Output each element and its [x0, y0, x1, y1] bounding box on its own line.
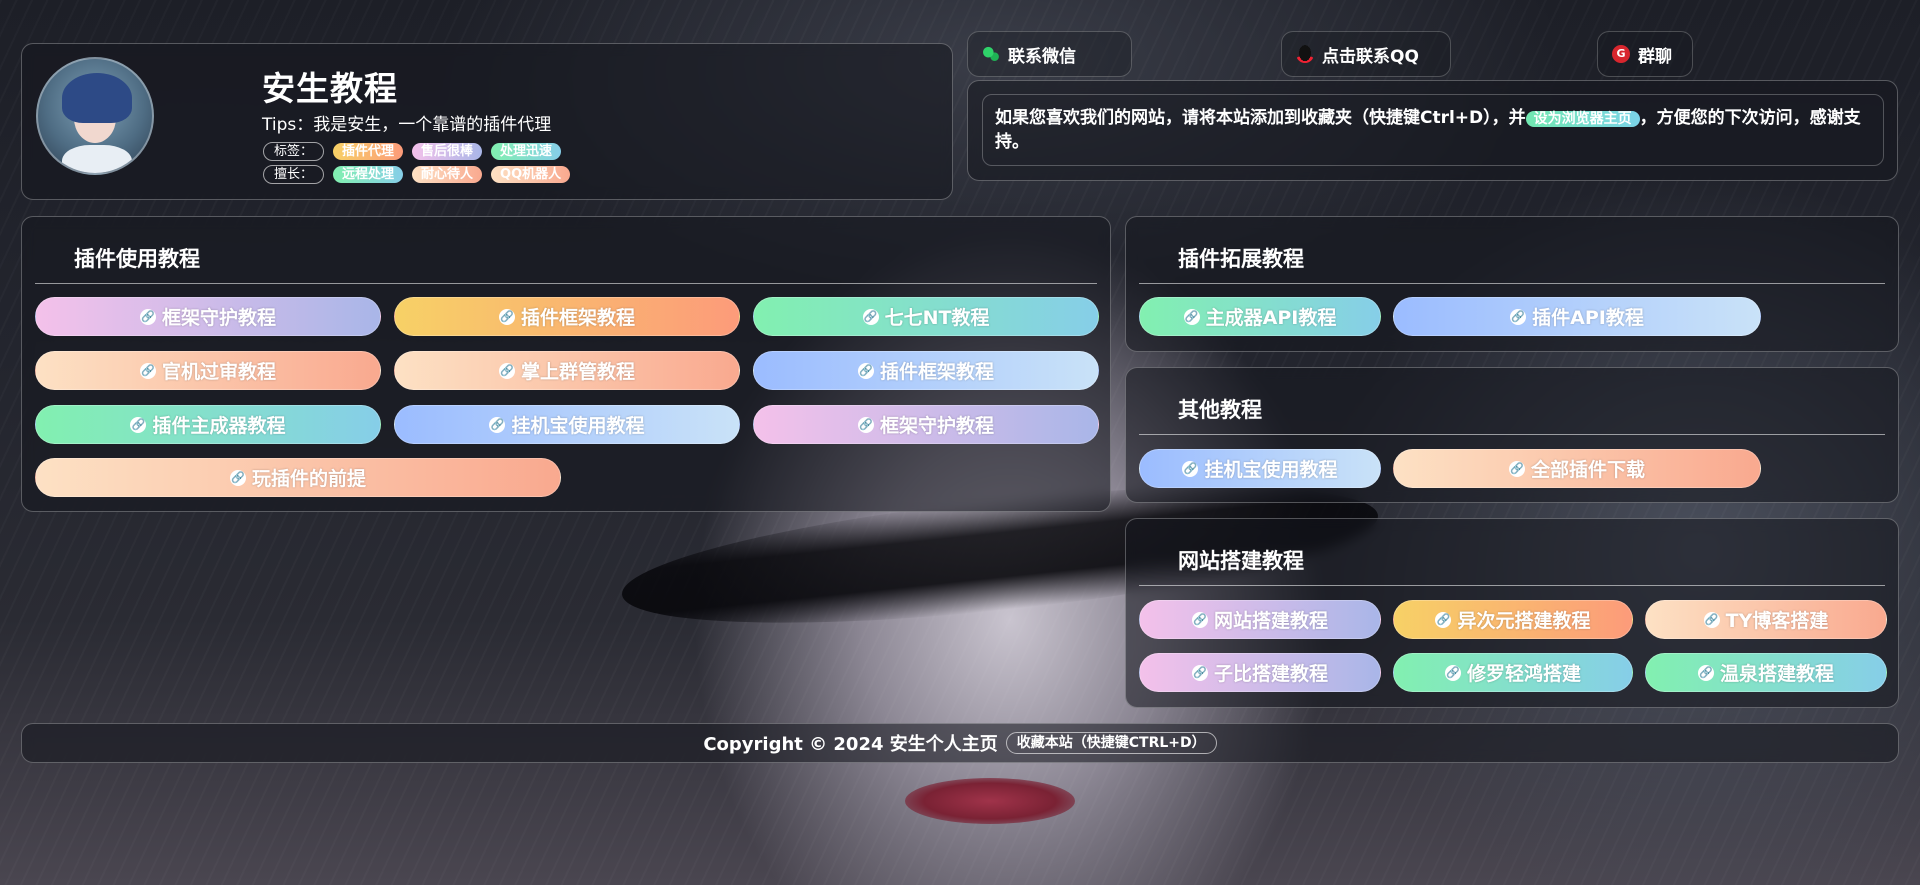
link-icon: 🔗 [489, 416, 506, 433]
section-other: 其他教程 🔗 挂机宝使用教程 🔗 全部插件下载 [1125, 367, 1899, 503]
profile-card: 安生教程 Tips：我是安生，一个靠谱的插件代理 标签： 插件代理 售后很棒 处… [21, 43, 953, 200]
section-title: 网站搭建教程 [1178, 549, 1304, 573]
tutorial-link[interactable]: 🔗 插件框架教程 [394, 297, 740, 336]
contact-wechat-button[interactable]: 联系微信 [967, 31, 1132, 77]
link-icon: 🔗 [498, 362, 515, 379]
page-title: 安生教程 [262, 69, 398, 108]
tutorial-link[interactable]: 🔗 挂机宝使用教程 [1139, 449, 1381, 488]
tutorial-link[interactable]: 🔗 掌上群管教程 [394, 351, 740, 390]
link-icon: 🔗 [130, 416, 147, 433]
tutorial-link[interactable]: 🔗 修罗轻鸿搭建 [1393, 653, 1633, 692]
link-icon: 🔗 [1435, 611, 1452, 628]
tag-label: 标签： [263, 142, 325, 161]
tag-badge: 插件代理 [333, 143, 404, 160]
link-icon: 🔗 [139, 362, 156, 379]
link-icon: 🔗 [1703, 611, 1720, 628]
section-site-build: 网站搭建教程 🔗 网站搭建教程 🔗 异次元搭建教程 🔗 TY博客搭建 🔗 子比搭建教程 … [1125, 518, 1899, 708]
tutorial-link[interactable]: 🔗 玩插件的前提 [35, 458, 561, 497]
tutorial-link[interactable]: 🔗 主成器API教程 [1139, 297, 1381, 336]
divider [1139, 434, 1885, 435]
skill-badge: QQ机器人 [491, 166, 571, 183]
tutorial-link[interactable]: 🔗 官机过审教程 [35, 351, 381, 390]
divider [1139, 283, 1885, 284]
skill-badge: 耐心待人 [412, 166, 483, 183]
tutorial-link[interactable]: 🔗 温泉搭建教程 [1645, 653, 1887, 692]
link-icon: 🔗 [139, 308, 156, 325]
section-title: 插件使用教程 [74, 247, 200, 271]
notice-text: 如果您喜欢我们的网站，请将本站添加到收藏夹（快捷键Ctrl+D），并 设为浏览器主… [982, 94, 1884, 166]
section-plugin-usage: 插件使用教程 🔗 框架守护教程 🔗 插件框架教程 🔗 七七NT教程 🔗 官机过审教程 🔗… [21, 216, 1111, 512]
skill-row: 擅长： 远程处理 耐心待人 QQ机器人 [263, 165, 571, 184]
tutorial-link[interactable]: 🔗 插件API教程 [1393, 297, 1761, 336]
tutorial-link[interactable]: 🔗 插件框架教程 [753, 351, 1099, 390]
link-icon: 🔗 [1191, 664, 1208, 681]
link-icon: 🔗 [1508, 460, 1525, 477]
set-homepage-link[interactable]: 设为浏览器主页 [1525, 111, 1640, 127]
tutorial-link[interactable]: 🔗 七七NT教程 [753, 297, 1099, 336]
tutorial-link[interactable]: 🔗 子比搭建教程 [1139, 653, 1381, 692]
contact-wechat-label: 联系微信 [1008, 46, 1076, 67]
profile-tips: Tips：我是安生，一个靠谱的插件代理 [262, 115, 552, 135]
link-icon: 🔗 [862, 308, 879, 325]
skill-badge: 远程处理 [333, 166, 404, 183]
skill-label: 擅长： [263, 165, 325, 184]
group-chat-icon: G [1612, 45, 1630, 63]
link-icon: 🔗 [857, 362, 874, 379]
qq-icon [1296, 45, 1314, 63]
link-icon: 🔗 [1182, 460, 1199, 477]
link-icon: 🔗 [1191, 611, 1208, 628]
link-icon: 🔗 [1183, 308, 1200, 325]
link-icon: 🔗 [1444, 664, 1461, 681]
avatar[interactable] [36, 57, 154, 175]
tutorial-link[interactable]: 🔗 异次元搭建教程 [1393, 600, 1633, 639]
divider [35, 283, 1097, 284]
notice-card: 如果您喜欢我们的网站，请将本站添加到收藏夹（快捷键Ctrl+D），并 设为浏览器主… [967, 80, 1898, 181]
contact-group-button[interactable]: G 群聊 [1597, 31, 1693, 77]
contact-qq-button[interactable]: 点击联系QQ [1281, 31, 1451, 77]
contact-qq-label: 点击联系QQ [1322, 46, 1419, 67]
tutorial-link[interactable]: 🔗 TY博客搭建 [1645, 600, 1887, 639]
section-title: 其他教程 [1178, 398, 1262, 422]
divider [1139, 585, 1885, 586]
link-icon: 🔗 [229, 469, 246, 486]
tutorial-link[interactable]: 🔗 插件主成器教程 [35, 405, 381, 444]
favorite-button[interactable]: 收藏本站（快捷键CTRL+D） [1005, 732, 1217, 754]
tutorial-link[interactable]: 🔗 挂机宝使用教程 [394, 405, 740, 444]
tutorial-link[interactable]: 🔗 全部插件下载 [1393, 449, 1761, 488]
tutorial-link[interactable]: 🔗 框架守护教程 [35, 297, 381, 336]
background-figure-lips [905, 778, 1075, 824]
footer: Copyright © 2024 安生个人主页 收藏本站（快捷键CTRL+D） [21, 723, 1899, 763]
link-icon: 🔗 [857, 416, 874, 433]
section-title: 插件拓展教程 [1178, 247, 1304, 271]
link-icon: 🔗 [1697, 664, 1714, 681]
tag-badge: 处理迅速 [491, 143, 562, 160]
tag-row: 标签： 插件代理 售后很棒 处理迅速 [263, 142, 562, 161]
copyright-text: Copyright © 2024 安生个人主页 [703, 734, 998, 755]
wechat-icon [982, 45, 1000, 63]
tutorial-link[interactable]: 🔗 网站搭建教程 [1139, 600, 1381, 639]
link-icon: 🔗 [1510, 308, 1527, 325]
tutorial-link[interactable]: 🔗 框架守护教程 [753, 405, 1099, 444]
link-icon: 🔗 [498, 308, 515, 325]
section-plugin-extension: 插件拓展教程 🔗 主成器API教程 🔗 插件API教程 [1125, 216, 1899, 352]
contact-group-label: 群聊 [1638, 46, 1672, 67]
tag-badge: 售后很棒 [412, 143, 483, 160]
